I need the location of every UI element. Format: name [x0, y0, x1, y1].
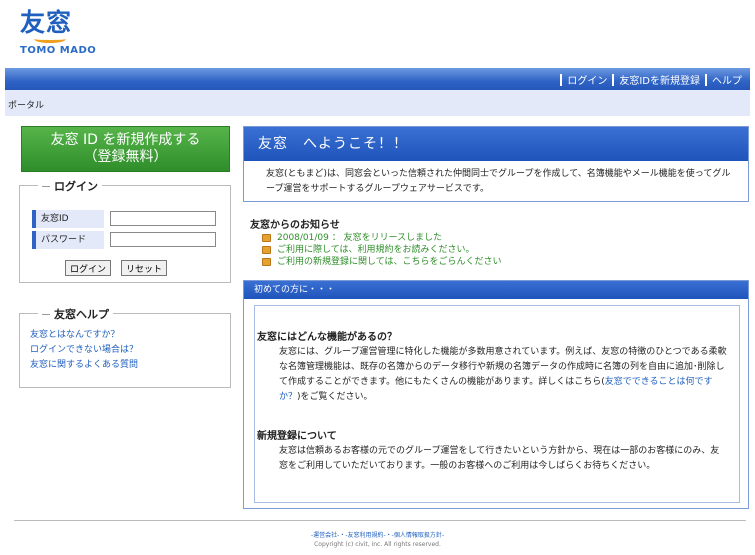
news-section: 友窓からのお知らせ 2008/01/09 ： 友窓をリリースしました ご利用に際…	[250, 216, 750, 268]
password-input[interactable]	[110, 232, 216, 247]
news-item-text: ご利用の新規登録に関しては、こちらをごらんください	[277, 257, 502, 267]
breadcrumb: ポータル	[8, 101, 45, 111]
register-id-button[interactable]: 友窓 ID を新規作成する （登録無料）	[21, 126, 230, 172]
help-links: 友窓とはなんですか？ ログインできない場合は？ 友窓に関するよくある質問	[30, 328, 138, 373]
logo-text: TOMO MADO	[20, 45, 97, 56]
welcome-title: 友窓 へようこそ！！	[244, 127, 748, 161]
notice-icon	[262, 234, 271, 242]
login-panel-title: ログイン	[38, 178, 102, 194]
register-button-line2: （登録無料）	[83, 149, 168, 165]
footer-copyright: Copyright (c) civit, inc. All rights res…	[314, 541, 441, 548]
help-item: 友窓に関するよくある質問	[30, 358, 138, 373]
breadcrumb-bar: ポータル	[5, 90, 750, 116]
register-button-line1: 友窓 ID を新規作成する	[50, 132, 201, 148]
news-title: 友窓からのお知らせ	[250, 220, 340, 231]
news-item[interactable]: ご利用の新規登録に関しては、こちらをごらんください	[250, 256, 750, 268]
nav-separator	[705, 73, 707, 86]
nav-separator	[560, 73, 563, 86]
intro-bar: 初めての方に・・・	[244, 281, 748, 299]
notice-icon	[262, 246, 271, 254]
logo-swoosh	[34, 35, 66, 43]
reset-button[interactable]: リセット	[121, 260, 167, 276]
help-panel: 友窓ヘルプ 友窓とはなんですか？ ログインできない場合は？ 友窓に関するよくある…	[19, 306, 231, 388]
logo-mark: 友窓	[20, 8, 73, 37]
help-link-cannot-login[interactable]: ログインできない場合は？	[30, 345, 138, 355]
news-item-text: ご利用に際しては、利用規約をお読みください。	[277, 245, 475, 255]
welcome-body: 友窓(ともまど)は、同窓会といった信頼された仲間同士でグループを作成して、名簿機…	[266, 169, 731, 194]
features-text: 友窓には、グループ運営管理に特化した機能が多数用意されています。例えば、友窓の特…	[279, 347, 727, 402]
notice-icon	[262, 258, 271, 266]
footer-divider	[14, 520, 746, 521]
help-link-what-is[interactable]: 友窓とはなんですか？	[30, 330, 120, 340]
footer-links[interactable]: -運営会社-・-友窓利用規約-・-個人情報取扱方針-	[0, 530, 755, 539]
password-row: パスワード	[32, 231, 222, 249]
intro-content: 友窓にはどんな機能があるの？ 友窓には、グループ運営管理に特化した機能が多数用意…	[254, 305, 740, 503]
nav-separator	[612, 73, 615, 86]
welcome-panel: 友窓 へようこそ！！ 友窓(ともまど)は、同窓会といった信頼された仲間同士でグル…	[243, 126, 749, 202]
intro-panel: 初めての方に・・・ 友窓にはどんな機能があるの？ 友窓には、グループ運営管理に特…	[243, 280, 749, 509]
help-item: ログインできない場合は？	[30, 343, 138, 358]
help-link-faq[interactable]: 友窓に関するよくある質問	[30, 360, 138, 370]
help-item: 友窓とはなんですか？	[30, 328, 138, 343]
registration-heading: 新規登録について	[257, 431, 337, 442]
login-id-input[interactable]	[110, 211, 216, 226]
nav-help-link[interactable]: ヘルプ	[712, 72, 742, 87]
login-id-label: 友窓ID	[32, 210, 104, 228]
password-label: パスワード	[32, 231, 104, 249]
registration-text: 友窓は信頼あるお客様の元でのグループ運営をして行きたいという方針から、現在は一部…	[279, 446, 720, 471]
news-item[interactable]: 2008/01/09 ： 友窓をリリースしました	[250, 232, 750, 244]
features-heading: 友窓にはどんな機能があるの？	[257, 332, 397, 343]
login-id-row: 友窓ID	[32, 210, 222, 228]
header-nav: ログイン 友窓IDを新規登録 ヘルプ	[555, 72, 742, 87]
nav-register-link[interactable]: 友窓IDを新規登録	[619, 72, 700, 87]
login-panel: ログイン 友窓ID パスワード ログイン リセット	[19, 178, 231, 283]
nav-login-link[interactable]: ログイン	[567, 72, 607, 87]
help-panel-title: 友窓ヘルプ	[38, 306, 113, 322]
login-button[interactable]: ログイン	[65, 260, 111, 276]
news-item[interactable]: ご利用に際しては、利用規約をお読みください。	[250, 244, 750, 256]
tomomado-logo[interactable]: 友窓 TOMO MADO	[18, 8, 108, 58]
login-buttons: ログイン リセット	[65, 260, 167, 276]
header-bar: ログイン 友窓IDを新規登録 ヘルプ	[5, 68, 750, 90]
news-item-text: 2008/01/09 ： 友窓をリリースしました	[277, 233, 443, 243]
